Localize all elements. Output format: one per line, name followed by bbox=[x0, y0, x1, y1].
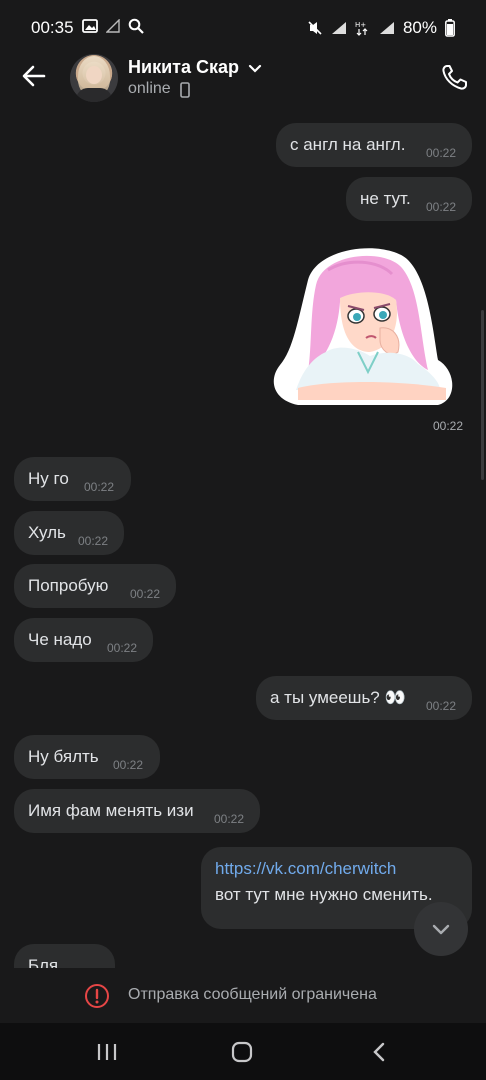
message-time: 00:22 bbox=[426, 200, 457, 214]
sticker-image[interactable] bbox=[268, 240, 458, 410]
contact-status: online bbox=[128, 80, 171, 97]
avatar[interactable] bbox=[70, 54, 118, 102]
mute-icon bbox=[308, 21, 322, 35]
message-time: 00:22 bbox=[113, 758, 144, 772]
message-text: с англ на англ. bbox=[290, 135, 406, 154]
battery-percent: 80% bbox=[402, 18, 437, 37]
message-time: 00:22 bbox=[130, 587, 161, 601]
data-icon: H+ bbox=[355, 21, 368, 36]
home-icon[interactable] bbox=[231, 1041, 253, 1063]
messaging-restricted-bar: Отправка сообщений ограничена bbox=[0, 968, 486, 1023]
wifi-icon bbox=[331, 22, 346, 34]
search-icon bbox=[128, 18, 144, 34]
image-icon bbox=[82, 19, 98, 33]
message-bubble-incoming[interactable]: Попробую 00:22 bbox=[14, 564, 176, 608]
message-text: Че надо bbox=[28, 630, 92, 649]
warning-icon bbox=[85, 984, 109, 1008]
message-bubble-incoming[interactable]: Хуль 00:22 bbox=[14, 511, 124, 555]
signal-icon bbox=[379, 22, 394, 34]
mobile-device-icon bbox=[180, 82, 190, 98]
message-time: 00:22 bbox=[426, 146, 457, 160]
message-bubble-incoming[interactable]: Имя фам менять изи 00:22 bbox=[14, 789, 260, 833]
message-text: Хуль bbox=[28, 523, 66, 542]
message-time: 00:22 bbox=[214, 812, 245, 826]
message-time: 00:22 bbox=[78, 534, 109, 548]
system-nav-bar bbox=[0, 1023, 486, 1080]
message-text: Имя фам менять изи bbox=[28, 801, 194, 820]
message-text: Попробую bbox=[28, 576, 109, 595]
battery-icon bbox=[445, 19, 455, 37]
message-time: 00:22 bbox=[433, 419, 464, 433]
message-time: 00:22 bbox=[107, 641, 138, 655]
chat-header: Никита Скар online bbox=[0, 52, 486, 110]
status-bar: 00:35 H+ 80% bbox=[0, 0, 486, 52]
message-text: Бля bbox=[28, 956, 59, 968]
message-time: 00:22 bbox=[426, 699, 457, 713]
message-bubble-outgoing[interactable]: а ты умеешь? 👀 00:22 bbox=[256, 676, 472, 720]
chevron-down-icon bbox=[432, 924, 450, 935]
contact-name[interactable]: Никита Скар bbox=[128, 57, 239, 78]
signal-icon bbox=[106, 19, 120, 33]
status-time: 00:35 bbox=[31, 18, 74, 37]
message-bubble-outgoing[interactable]: с англ на англ. 00:22 bbox=[276, 123, 472, 167]
recent-apps-icon[interactable] bbox=[96, 1042, 118, 1062]
back-arrow-icon[interactable] bbox=[20, 62, 48, 90]
message-text: не тут. bbox=[360, 189, 411, 208]
phone-call-icon[interactable] bbox=[440, 62, 470, 92]
message-time: 00:22 bbox=[84, 480, 115, 494]
message-list[interactable]: с англ на англ. 00:22 не тут. 00:22 00:2… bbox=[0, 110, 486, 968]
message-link[interactable]: https://vk.com/cherwitch bbox=[215, 859, 396, 879]
message-text: Ну го bbox=[28, 469, 69, 488]
svg-text:H+: H+ bbox=[355, 21, 366, 29]
chevron-down-icon[interactable] bbox=[247, 60, 263, 76]
restriction-message: Отправка сообщений ограничена bbox=[128, 986, 377, 1003]
message-bubble-incoming[interactable]: Бля bbox=[14, 944, 115, 968]
message-bubble-incoming[interactable]: Че надо 00:22 bbox=[14, 618, 153, 662]
message-text: Ну бялть bbox=[28, 747, 99, 766]
message-text: вот тут мне нужно сменить. bbox=[215, 885, 433, 904]
message-bubble-incoming[interactable]: Ну го 00:22 bbox=[14, 457, 131, 501]
message-bubble-outgoing[interactable]: не тут. 00:22 bbox=[346, 177, 472, 221]
message-bubble-incoming[interactable]: Ну бялть 00:22 bbox=[14, 735, 160, 779]
scrollbar[interactable] bbox=[481, 310, 484, 480]
message-text: а ты умеешь? 👀 bbox=[270, 688, 406, 707]
nav-back-icon[interactable] bbox=[371, 1041, 387, 1063]
scroll-down-button[interactable] bbox=[414, 902, 468, 956]
